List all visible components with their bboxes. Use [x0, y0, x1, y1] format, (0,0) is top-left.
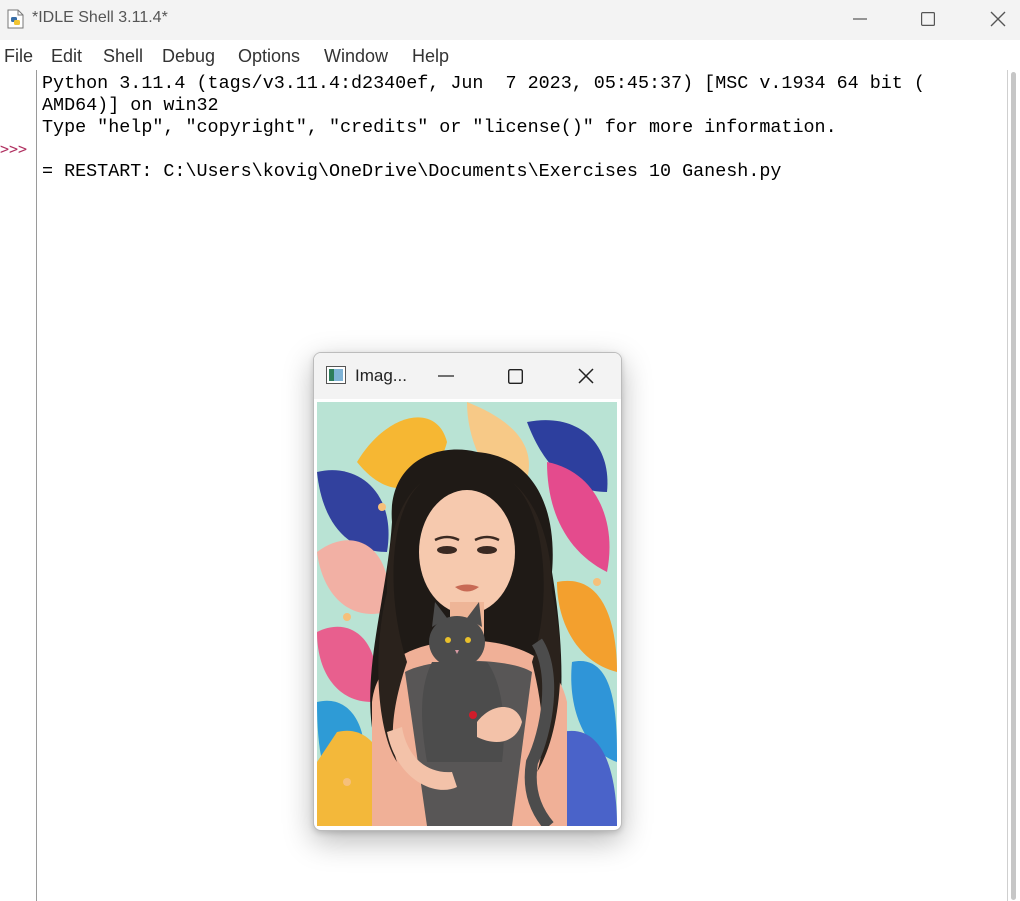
image-window-minimize-button[interactable] [431, 361, 461, 391]
shell-output-line: Python 3.11.4 (tags/v3.11.4:d2340ef, Jun… [42, 73, 925, 94]
close-icon [578, 368, 594, 384]
menu-help[interactable]: Help [412, 46, 449, 67]
menu-file[interactable]: File [4, 46, 33, 67]
displayed-illustration [317, 402, 617, 826]
minimize-icon [438, 375, 454, 377]
menu-window[interactable]: Window [324, 46, 388, 67]
image-window-title: Imag... [355, 366, 407, 385]
shell-prompt: >>> [0, 140, 28, 158]
title-bar: *IDLE Shell 3.11.4* [0, 0, 1020, 40]
menu-debug[interactable]: Debug [162, 46, 215, 67]
window-title: *IDLE Shell 3.11.4* [32, 9, 168, 26]
image-window-icon [326, 366, 346, 384]
image-window[interactable]: Imag... [313, 352, 622, 831]
minimize-button[interactable] [825, 0, 895, 38]
maximize-button[interactable] [893, 0, 963, 38]
prompt-gutter [0, 70, 36, 901]
shell-output-line: Type "help", "copyright", "credits" or "… [42, 117, 837, 138]
close-button[interactable] [963, 0, 1020, 38]
close-icon [990, 11, 1006, 27]
menu-options[interactable]: Options [238, 46, 300, 67]
maximize-icon [507, 368, 523, 384]
minimize-icon [853, 18, 867, 20]
scrollbar-thumb[interactable] [1011, 72, 1016, 900]
image-window-maximize-button[interactable] [500, 361, 530, 391]
image-window-title-bar[interactable]: Imag... [314, 353, 621, 399]
menu-bar: File Edit Shell Debug Options Window Hel… [0, 40, 1020, 70]
maximize-icon [921, 12, 935, 26]
shell-output-line: AMD64)] on win32 [42, 95, 219, 116]
python-file-icon [7, 9, 24, 29]
menu-shell[interactable]: Shell [103, 46, 143, 67]
menu-edit[interactable]: Edit [51, 46, 82, 67]
image-window-close-button[interactable] [571, 361, 601, 391]
shell-restart-line: = RESTART: C:\Users\kovig\OneDrive\Docum… [42, 161, 782, 182]
